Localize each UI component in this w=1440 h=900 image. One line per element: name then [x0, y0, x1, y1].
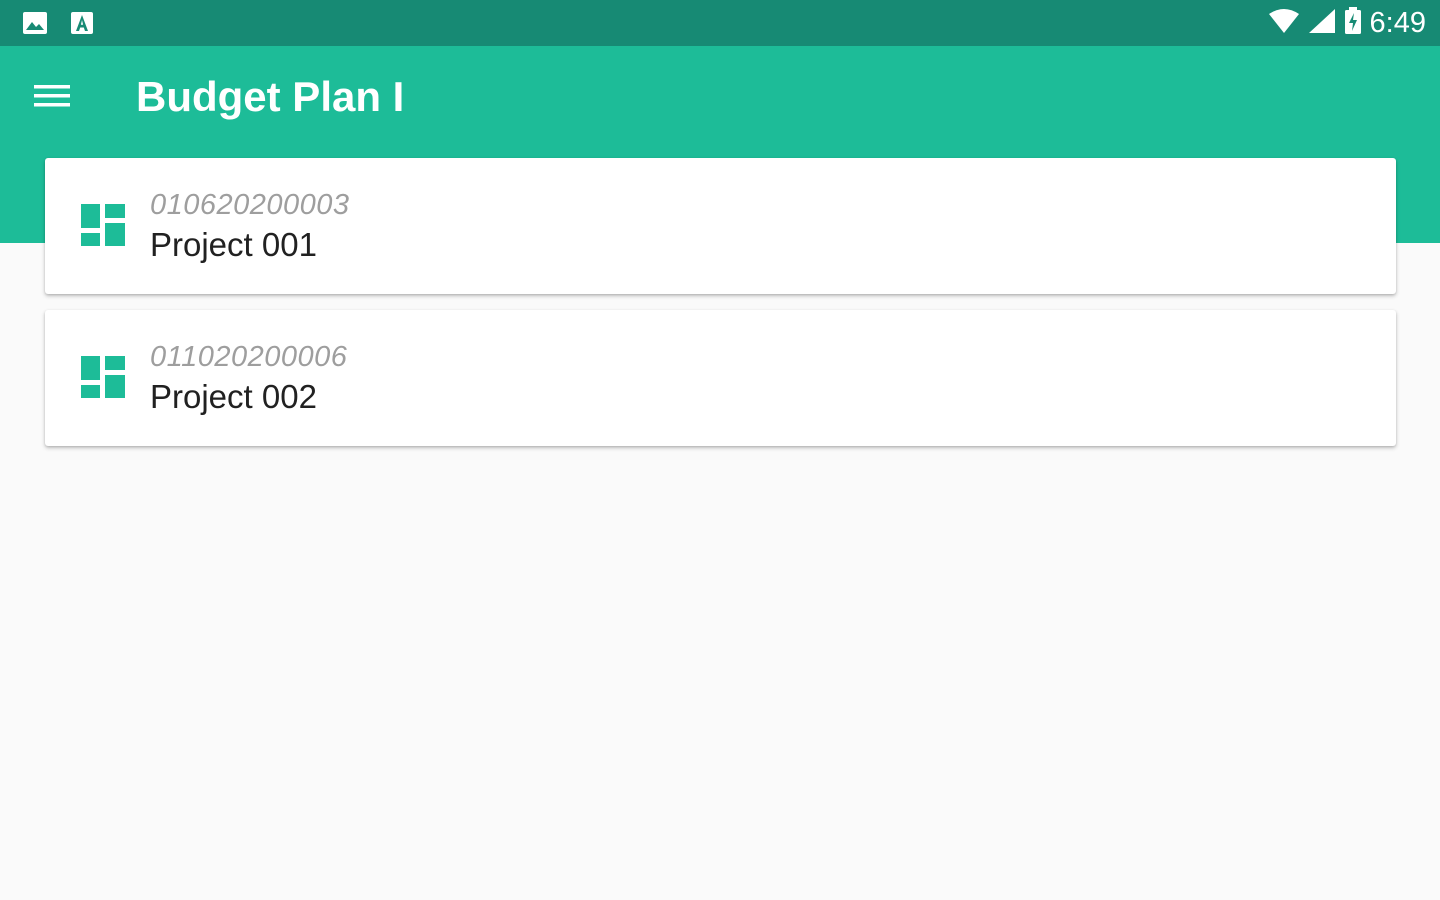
- status-left-icons: [22, 11, 94, 40]
- wifi-icon: [1268, 8, 1300, 39]
- page-title: Budget Plan I: [136, 73, 405, 120]
- project-code: 011020200006: [150, 341, 348, 373]
- dashboard-icon: [81, 204, 125, 248]
- menu-button[interactable]: [24, 76, 80, 120]
- project-card[interactable]: 011020200006 Project 002: [45, 310, 1396, 446]
- status-right: 6:49: [1268, 6, 1426, 40]
- project-code: 010620200003: [150, 189, 350, 221]
- project-card[interactable]: 010620200003 Project 001: [45, 158, 1396, 294]
- project-list: 010620200003 Project 001 011020200006 Pr…: [45, 158, 1396, 462]
- battery-charging-icon: [1344, 6, 1362, 40]
- project-name: Project 001: [150, 226, 317, 263]
- font-icon: [70, 11, 94, 40]
- status-time: 6:49: [1369, 7, 1426, 39]
- status-bar: 6:49: [0, 0, 1440, 46]
- dashboard-icon: [81, 356, 125, 400]
- project-name: Project 002: [150, 378, 317, 415]
- hamburger-menu-icon: [34, 83, 70, 114]
- signal-icon: [1308, 8, 1336, 39]
- image-icon: [22, 11, 48, 40]
